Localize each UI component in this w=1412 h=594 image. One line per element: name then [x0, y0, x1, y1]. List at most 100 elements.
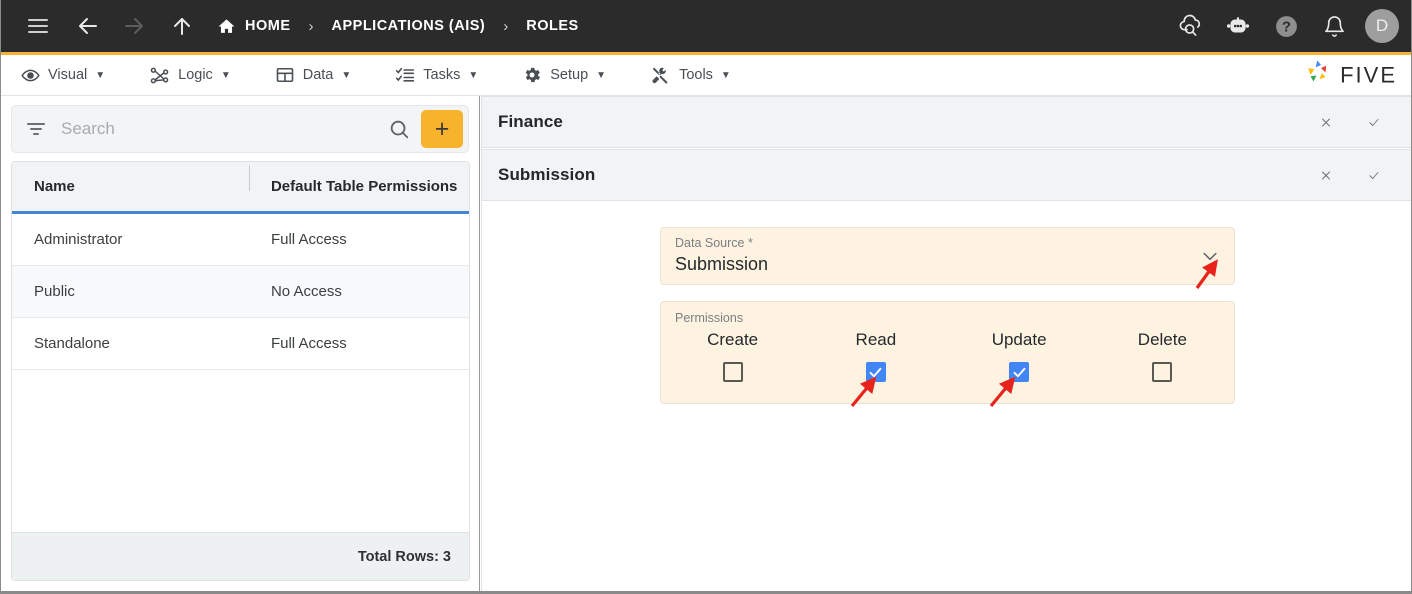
search-bar: +: [11, 105, 469, 153]
add-role-button[interactable]: +: [421, 110, 463, 148]
up-arrow-icon[interactable]: [165, 9, 199, 43]
table-row[interactable]: Standalone Full Access: [12, 318, 469, 370]
gear-icon: [522, 65, 542, 85]
menu-label-logic: Logic: [178, 67, 213, 83]
detail-panel: Finance Submission Data Source * Submiss…: [481, 96, 1411, 593]
breadcrumb-separator-1: ›: [308, 17, 314, 35]
menu-item-visual[interactable]: Visual ▼: [17, 66, 121, 85]
top-navigation-bar: HOME › APPLICATIONS (AIS) › ROLES ? D: [1, 0, 1411, 52]
topbar-actions: ? D: [1173, 9, 1399, 43]
chevron-down-icon: ▼: [468, 69, 479, 81]
menu-label-data: Data: [302, 67, 334, 83]
search-input[interactable]: [46, 118, 381, 140]
table-row[interactable]: Administrator Full Access: [12, 214, 469, 266]
menu-label-visual: Visual: [48, 67, 88, 83]
brand-text: FIVE: [1340, 62, 1397, 87]
menu-label-tools: Tools: [679, 67, 713, 83]
permission-label-delete: Delete: [1137, 330, 1187, 349]
cell-permissions: Full Access: [270, 335, 347, 352]
section-actions-submission: [1314, 163, 1398, 187]
menu-item-tasks[interactable]: Tasks ▼: [391, 65, 494, 85]
checkbox-update[interactable]: [1009, 362, 1030, 382]
menu-item-setup[interactable]: Setup ▼: [518, 65, 622, 85]
permissions-group: Permissions Create Read Update Delete: [660, 301, 1235, 404]
breadcrumb-item-roles[interactable]: ROLES: [522, 18, 582, 34]
table-row[interactable]: Public No Access: [12, 266, 469, 318]
column-header-default-table-permissions[interactable]: Default Table Permissions: [248, 165, 469, 195]
checkbox-read[interactable]: [865, 362, 886, 382]
permission-label-create: Create: [707, 330, 759, 349]
grid-body: Administrator Full Access Public No Acce…: [12, 214, 469, 532]
permissions-legend: Permissions: [675, 311, 744, 325]
roles-list-panel: + Name Default Table Permissions Adminis…: [1, 96, 480, 593]
breadcrumb-item-home[interactable]: HOME: [213, 17, 295, 36]
svg-text:?: ?: [1282, 19, 1291, 35]
permission-create: Create: [661, 330, 804, 382]
cell-permissions: No Access: [270, 283, 342, 300]
menu-item-data[interactable]: Data ▼: [271, 65, 368, 85]
breadcrumb: HOME › APPLICATIONS (AIS) › ROLES: [213, 17, 583, 36]
help-icon[interactable]: ?: [1269, 9, 1303, 43]
breadcrumb-separator-2: ›: [503, 17, 509, 35]
brand-logo: FIVE: [1303, 58, 1397, 93]
application-window: HOME › APPLICATIONS (AIS) › ROLES ? D Vi…: [0, 0, 1412, 594]
bottom-border: [1, 591, 1411, 593]
data-source-label: Data Source *: [675, 236, 753, 250]
back-arrow-icon[interactable]: [71, 9, 105, 43]
cell-name: Standalone: [34, 335, 110, 352]
cloud-search-icon[interactable]: [1173, 9, 1207, 43]
hamburger-menu-icon[interactable]: [21, 9, 55, 43]
section-header-finance: Finance: [481, 96, 1411, 148]
menu-item-logic[interactable]: Logic ▼: [145, 65, 247, 86]
search-icon[interactable]: [381, 111, 417, 147]
menu-item-tools[interactable]: Tools ▼: [646, 65, 747, 86]
grid-total-rows: Total Rows: 3: [12, 532, 469, 580]
permission-delete: Delete: [1091, 330, 1234, 382]
submission-form: Data Source * Submission Permissions Cre…: [481, 202, 1411, 593]
cell-name: Public: [34, 283, 75, 300]
close-icon[interactable]: [1314, 163, 1338, 187]
checkbox-delete[interactable]: [1152, 362, 1173, 382]
section-title-finance: Finance: [498, 112, 563, 131]
user-avatar[interactable]: D: [1365, 9, 1399, 43]
nodes-icon: [149, 65, 170, 86]
chevron-down-icon: ▼: [596, 69, 607, 81]
breadcrumb-label-home: HOME: [245, 18, 291, 34]
section-header-submission: Submission: [481, 149, 1411, 201]
section-title-submission: Submission: [498, 165, 596, 184]
table-icon: [275, 65, 295, 85]
permission-label-read: Read: [855, 330, 897, 349]
five-mark-icon: [1303, 58, 1333, 93]
menu-label-setup: Setup: [550, 67, 589, 83]
chevron-down-icon[interactable]: [1200, 246, 1220, 271]
roles-grid: Name Default Table Permissions Administr…: [11, 161, 470, 581]
column-header-name[interactable]: Name: [12, 178, 249, 195]
checkbox-create[interactable]: [722, 362, 743, 382]
filter-icon[interactable]: [26, 123, 46, 135]
menu-label-tasks: Tasks: [423, 67, 461, 83]
data-source-dropdown[interactable]: Data Source * Submission: [660, 227, 1235, 285]
permission-update: Update: [948, 330, 1091, 382]
notifications-bell-icon[interactable]: [1317, 9, 1351, 43]
bot-assistant-icon[interactable]: [1221, 9, 1255, 43]
permission-label-update: Update: [991, 330, 1047, 349]
section-actions-finance: [1314, 110, 1398, 134]
permission-read: Read: [804, 330, 947, 382]
check-icon[interactable]: [1362, 163, 1386, 187]
close-icon[interactable]: [1314, 110, 1338, 134]
grid-header-row: Name Default Table Permissions: [12, 162, 469, 214]
eye-icon: [21, 66, 40, 85]
chevron-down-icon: ▼: [220, 69, 231, 81]
forward-arrow-icon[interactable]: [117, 9, 151, 43]
breadcrumb-item-applications[interactable]: APPLICATIONS (AIS): [328, 18, 490, 34]
application-menu-bar: Visual ▼ Logic ▼ Data ▼ Tasks ▼ Setup ▼ …: [1, 55, 1411, 96]
tools-icon: [650, 65, 671, 86]
check-icon[interactable]: [1362, 110, 1386, 134]
checklist-icon: [395, 65, 415, 85]
home-icon: [217, 17, 236, 36]
chevron-down-icon: ▼: [95, 69, 106, 81]
cell-name: Administrator: [34, 231, 123, 248]
cell-permissions: Full Access: [270, 231, 347, 248]
permissions-columns: Create Read Update Delete: [661, 330, 1234, 382]
chevron-down-icon: ▼: [720, 69, 731, 81]
